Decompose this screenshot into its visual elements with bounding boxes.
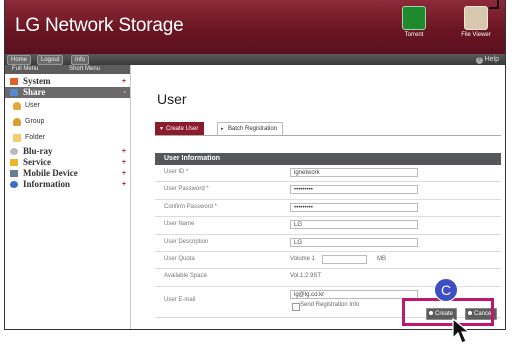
password-input[interactable]: ••••••••• — [290, 185, 418, 195]
torrent-button[interactable]: Torrent — [394, 6, 434, 38]
sidebar: Full Menu Short Menu System + Share - Us… — [5, 65, 131, 329]
send-registration-checkbox[interactable] — [292, 302, 300, 311]
email-input[interactable]: lg@lg.co.kr — [290, 289, 418, 299]
share-icon — [10, 89, 18, 96]
sidebar-item-share[interactable]: Share - — [5, 87, 130, 98]
sidebar-item-group[interactable]: Group — [5, 114, 130, 130]
file-viewer-icon — [464, 6, 488, 30]
file-viewer-button[interactable]: File Viewer — [456, 6, 496, 38]
expand-icon: + — [121, 159, 126, 166]
tab-create-user[interactable]: ▼ Create User — [155, 122, 205, 135]
torrent-label: Torrent — [404, 32, 424, 38]
sidebar-item-blu-ray[interactable]: Blu-ray + — [5, 146, 130, 157]
user-id-label: User ID * — [164, 169, 189, 175]
page-title: User — [157, 91, 187, 107]
info-button[interactable]: Info — [71, 55, 90, 65]
sidebar-item-label: Information — [23, 179, 70, 189]
password-label: User Password * — [164, 186, 209, 193]
group-icon — [13, 118, 21, 126]
user-id-row: User ID * lgnetwork — [155, 165, 501, 183]
confirm-password-row: Confirm Password * ••••••••• — [155, 200, 501, 218]
expand-icon: + — [121, 181, 126, 188]
star-icon — [10, 159, 18, 166]
app-title: LG Network Storage — [15, 15, 184, 36]
expand-icon: + — [121, 170, 126, 177]
available-space-value: Vol.1:2.9ST — [290, 273, 322, 280]
arrow-icon: ▼ — [159, 126, 164, 132]
toolbar: Home Logout Info ? Help — [5, 54, 505, 65]
quota-label: User Quota — [164, 255, 195, 262]
quota-row: User Quota Volume 1 MB — [155, 252, 501, 270]
password-row: User Password * ••••••••• — [155, 182, 501, 200]
tab-batch-registration[interactable]: ▸ Batch Registration — [217, 122, 284, 135]
description-row: User Description LG — [155, 235, 501, 252]
panel-title: User Information — [155, 153, 501, 165]
email-label: User E-mail — [164, 296, 196, 303]
expand-icon: + — [121, 78, 126, 85]
file-viewer-label: File Viewer — [461, 32, 491, 38]
sidebar-item-label: User — [25, 102, 40, 109]
user-name-row: User Name LG — [155, 217, 501, 235]
logout-button[interactable]: Logout — [37, 55, 64, 65]
help-button[interactable]: ? Help — [475, 55, 499, 64]
sidebar-item-label: Mobile Device — [23, 168, 78, 178]
corner-mark — [489, 7, 499, 9]
send-registration-label: Send Registration Info — [300, 301, 360, 308]
user-name-input[interactable]: LG — [290, 220, 418, 230]
tab-divider — [155, 135, 501, 136]
available-space-label: Available Space — [164, 273, 207, 280]
expand-icon: + — [121, 148, 126, 155]
header-bar: LG Network Storage Torrent File Viewer — [5, 0, 505, 54]
sidebar-item-label: Folder — [25, 134, 45, 141]
sidebar-item-label: Blu-ray — [23, 146, 53, 156]
highlight-box — [402, 298, 494, 326]
description-label: User Description — [164, 238, 209, 245]
home-button[interactable]: Home — [7, 55, 32, 65]
sidebar-item-label: Share — [23, 87, 46, 97]
help-icon: ? — [475, 57, 483, 64]
info-icon — [10, 181, 18, 188]
quota-input[interactable] — [322, 254, 367, 264]
sidebar-item-folder[interactable]: Folder — [5, 130, 130, 146]
tab-label: Create User — [166, 126, 199, 132]
sidebar-item-information[interactable]: Information + — [5, 179, 130, 190]
torrent-icon — [402, 6, 426, 30]
confirm-password-input[interactable]: ••••••••• — [290, 202, 418, 212]
quota-volume: Volume 1 — [290, 255, 316, 262]
arrow-icon: ▸ — [221, 126, 224, 132]
sidebar-item-user[interactable]: User — [5, 98, 130, 114]
tab-label: Batch Registration — [228, 126, 278, 132]
full-menu-tab[interactable]: Full Menu — [12, 65, 38, 74]
disc-icon — [10, 148, 18, 155]
step-marker: C — [434, 278, 458, 302]
user-name-label: User Name — [164, 221, 195, 228]
description-input[interactable]: LG — [290, 237, 418, 247]
system-icon — [10, 78, 18, 85]
mobile-icon — [10, 170, 18, 177]
sidebar-item-mobile-device[interactable]: Mobile Device + — [5, 168, 130, 179]
user-icon — [13, 102, 21, 110]
sidebar-item-system[interactable]: System + — [5, 76, 130, 87]
confirm-password-label: Confirm Password * — [164, 203, 218, 210]
user-id-input[interactable]: lgnetwork — [290, 168, 418, 177]
sidebar-item-label: Service — [23, 157, 51, 167]
sidebar-item-label: Group — [25, 118, 45, 125]
app-window: LG Network Storage Torrent File Viewer H… — [4, 0, 506, 330]
sidebar-item-service[interactable]: Service + — [5, 157, 130, 168]
quota-unit: MB — [377, 255, 386, 262]
collapse-icon: - — [123, 89, 126, 96]
cursor-icon — [452, 318, 471, 344]
help-label: Help — [484, 56, 499, 63]
sidebar-tabs: Full Menu Short Menu — [5, 65, 130, 74]
sidebar-item-label: System — [23, 76, 51, 86]
folder-icon — [13, 134, 21, 142]
short-menu-tab[interactable]: Short Menu — [69, 65, 100, 74]
